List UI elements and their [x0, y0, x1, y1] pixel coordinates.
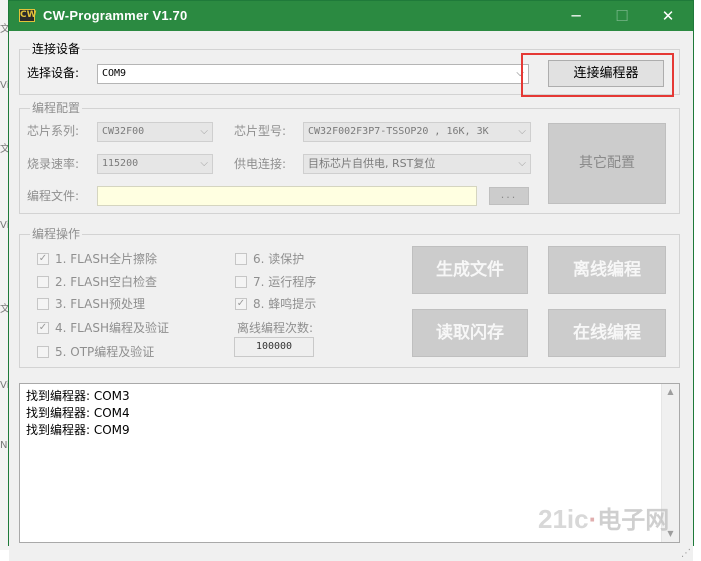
offline-count-label: 离线编程次数:	[237, 321, 314, 335]
run-program-checkbox[interactable]	[235, 276, 247, 288]
offline-count-field[interactable]: 100000	[234, 337, 314, 357]
device-select[interactable]: COM9 ⌵	[97, 64, 529, 84]
watermark-dot-icon: ·	[588, 504, 598, 534]
config-group-title: 编程配置	[30, 101, 83, 115]
erase-checkbox[interactable]: ✓	[37, 253, 49, 265]
otp-checkbox[interactable]	[37, 346, 49, 358]
option-otp-label: 5. OTP编程及验证	[55, 345, 155, 359]
offline-program-button[interactable]: 离线编程	[548, 246, 666, 294]
power-label: 供电连接:	[234, 157, 287, 171]
browse-button[interactable]: ...	[489, 187, 529, 205]
beep-checkbox[interactable]: ✓	[235, 298, 247, 310]
blank-check-checkbox[interactable]	[37, 276, 49, 288]
watermark-logo: 21ic·电子网	[538, 500, 669, 535]
log-line: 找到编程器: COM9	[26, 423, 130, 437]
device-label: 选择设备:	[27, 66, 80, 80]
option-beep-label: 8. 蜂鸣提示	[253, 297, 317, 311]
option-erase-label: 1. FLASH全片擦除	[55, 252, 157, 266]
burn-speed-value: 115200	[102, 158, 139, 169]
power-select[interactable]: 目标芯片自供电, RST复位 ⌵	[303, 154, 531, 174]
preprocess-checkbox[interactable]	[37, 298, 49, 310]
chevron-down-icon: ⌵	[200, 158, 208, 169]
window-title: CW-Programmer V1.70	[43, 8, 188, 23]
log-lines: 找到编程器: COM3 找到编程器: COM4 找到编程器: COM9	[26, 388, 130, 439]
client-area: 连接设备 选择设备: COM9 ⌵ 连接编程器 编程配置 芯片系列: CW32F…	[9, 31, 693, 561]
connect-group-title: 连接设备	[30, 42, 83, 56]
power-value: 目标芯片自供电, RST复位	[308, 157, 436, 170]
chevron-down-icon: ⌵	[200, 126, 208, 137]
chevron-down-icon: ⌵	[518, 158, 526, 169]
status-bar: ⋰	[9, 545, 693, 561]
minimize-button[interactable]: ─	[553, 1, 599, 31]
scroll-up-icon[interactable]: ▲	[662, 384, 679, 400]
burn-speed-label: 烧录速率:	[27, 157, 80, 171]
chip-model-label: 芯片型号:	[234, 124, 287, 138]
program-file-input[interactable]	[97, 186, 477, 206]
watermark-text: 21ic	[538, 504, 589, 534]
close-button[interactable]: ✕	[645, 1, 691, 31]
device-select-value: COM9	[102, 68, 127, 79]
log-line: 找到编程器: COM4	[26, 406, 130, 420]
chip-model-value: CW32F002F3P7-TSSOP20 , 16K, 3K	[308, 126, 489, 137]
app-window: CW CW-Programmer V1.70 ─ ☐ ✕ 连接设备 选择设备: …	[8, 0, 694, 561]
highlight-box	[521, 53, 674, 97]
chip-model-select[interactable]: CW32F002F3P7-TSSOP20 , 16K, 3K ⌵	[303, 122, 531, 142]
burn-speed-select[interactable]: 115200 ⌵	[97, 154, 213, 174]
generate-file-button[interactable]: 生成文件	[412, 246, 528, 294]
app-logo-icon: CW	[19, 9, 37, 22]
maximize-button[interactable]: ☐	[599, 1, 645, 31]
file-label: 编程文件:	[27, 189, 80, 203]
log-line: 找到编程器: COM3	[26, 389, 130, 403]
read-protect-checkbox[interactable]	[235, 253, 247, 265]
chevron-down-icon: ⌵	[518, 126, 526, 137]
option-preprocess-label: 3. FLASH预处理	[55, 297, 145, 311]
watermark-cn-text: 电子网	[597, 507, 670, 534]
option-program-verify-label: 4. FLASH编程及验证	[55, 321, 169, 335]
chip-series-value: CW32F00	[102, 126, 145, 137]
online-program-button[interactable]: 在线编程	[548, 309, 666, 357]
option-run-program-label: 7. 运行程序	[253, 275, 317, 289]
other-config-button[interactable]: 其它配置	[548, 123, 666, 204]
option-read-protect-label: 6. 读保护	[253, 252, 305, 266]
chip-series-select[interactable]: CW32F00 ⌵	[97, 122, 213, 142]
ops-group-title: 编程操作	[30, 227, 83, 241]
title-bar[interactable]: CW CW-Programmer V1.70 ─ ☐ ✕	[9, 1, 693, 31]
program-verify-checkbox[interactable]: ✓	[37, 322, 49, 334]
chip-series-label: 芯片系列:	[27, 124, 80, 138]
read-flash-button[interactable]: 读取闪存	[412, 309, 528, 357]
option-blank-check-label: 2. FLASH空白检查	[55, 275, 157, 289]
